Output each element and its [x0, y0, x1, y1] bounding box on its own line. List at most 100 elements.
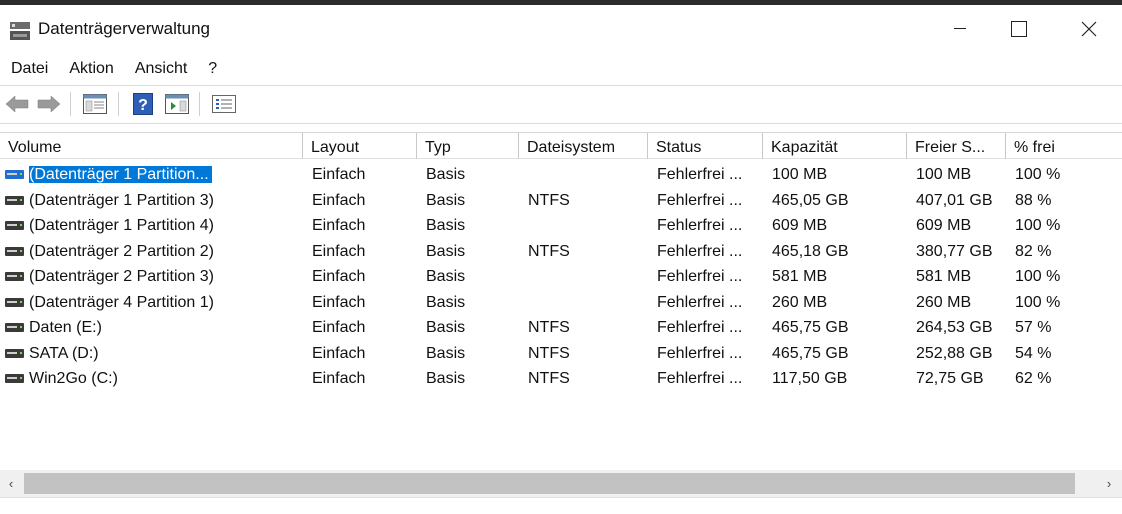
- prozent-frei-cell: 54 %: [1015, 344, 1052, 362]
- kapazitaet-cell: 117,50 GB: [772, 370, 848, 387]
- menu-separator: [0, 85, 1122, 86]
- status-cell: Fehlerfrei ...: [657, 344, 743, 362]
- table-row[interactable]: (Datenträger 1 Partition 4) Einfach Basis F…: [0, 213, 1122, 239]
- status-cell: Fehlerfrei ...: [657, 293, 743, 311]
- disk-management-icon: [9, 21, 31, 41]
- freier-speicher-cell: 380,77 GB: [916, 242, 993, 260]
- checklist-button[interactable]: [211, 92, 237, 116]
- freier-speicher-cell: 260 MB: [916, 293, 972, 311]
- table-row[interactable]: (Datenträger 1 Partition 3) Einfach Basis N…: [0, 188, 1122, 214]
- chevron-right-icon: ›: [1106, 476, 1112, 491]
- layout-cell: Einfach: [312, 166, 366, 183]
- toolbar-separator: [118, 92, 119, 116]
- window-title: Datenträgerverwaltung: [38, 19, 210, 38]
- toolbar-separator-line: [0, 123, 1122, 124]
- column-header-dateisystem[interactable]: Dateisystem: [519, 133, 648, 159]
- column-header-typ[interactable]: Typ: [417, 133, 519, 159]
- table-row[interactable]: (Datenträger 2 Partition 3) Einfach Basis F…: [0, 264, 1122, 290]
- freier-speicher-cell: 264,53 GB: [916, 319, 993, 336]
- typ-cell: Basis: [426, 344, 466, 362]
- volume-cell: (Datenträger 4 Partition 1): [29, 293, 214, 311]
- kapazitaet-cell: 465,18 GB: [772, 242, 849, 260]
- back-button[interactable]: [4, 92, 30, 116]
- prozent-frei-cell: 100 %: [1015, 217, 1061, 234]
- typ-cell: Basis: [426, 268, 466, 285]
- maximize-icon: [1011, 21, 1027, 37]
- freier-speicher-cell: 581 MB: [916, 268, 972, 285]
- column-header-prozent-frei[interactable]: % frei: [1006, 133, 1122, 159]
- prozent-frei-cell: 88 %: [1015, 191, 1052, 209]
- prozent-frei-cell: 82 %: [1015, 242, 1052, 260]
- close-icon: [1081, 21, 1097, 37]
- scroll-thumb[interactable]: [24, 473, 1075, 494]
- kapazitaet-cell: 100 MB: [772, 166, 828, 183]
- freier-speicher-cell: 100 MB: [916, 166, 972, 183]
- layout-cell: Einfach: [312, 293, 366, 311]
- toolbar-separator: [70, 92, 71, 116]
- table-row[interactable]: Win2Go (C:) Einfach Basis NTFS Fehlerfrei ..…: [0, 366, 1122, 392]
- layout-cell: Einfach: [312, 319, 366, 336]
- column-header-volume[interactable]: Volume: [0, 133, 303, 159]
- volume-icon: [5, 374, 24, 383]
- column-header: Volume Layout Typ Dateisystem Status Kap…: [0, 132, 1122, 159]
- volume-icon: [5, 246, 24, 256]
- menu-help[interactable]: ?: [203, 60, 222, 78]
- table-row[interactable]: (Datenträger 2 Partition 2) Einfach Basis N…: [0, 239, 1122, 265]
- kapazitaet-cell: 465,75 GB: [772, 344, 849, 362]
- table-row[interactable]: (Datenträger 1 Partition... Einfach Basis F…: [0, 162, 1122, 188]
- column-header-status[interactable]: Status: [648, 133, 763, 159]
- prozent-frei-cell: 100 %: [1015, 268, 1061, 285]
- status-cell: Fehlerfrei ...: [657, 166, 743, 183]
- status-cell: Fehlerfrei ...: [657, 319, 743, 336]
- volume-cell: (Datenträger 1 Partition...: [29, 162, 212, 187]
- menu-aktion[interactable]: Aktion: [64, 60, 118, 78]
- status-cell: Fehlerfrei ...: [657, 370, 743, 387]
- layout-cell: Einfach: [312, 268, 366, 285]
- prozent-frei-cell: 100 %: [1015, 166, 1061, 183]
- status-cell: Fehlerfrei ...: [657, 268, 743, 285]
- column-header-freier-speicher[interactable]: Freier S...: [907, 133, 1006, 159]
- forward-button[interactable]: [36, 92, 62, 116]
- dateisystem-cell: NTFS: [528, 370, 570, 387]
- prozent-frei-cell: 57 %: [1015, 319, 1052, 336]
- column-header-layout[interactable]: Layout: [303, 133, 417, 159]
- column-header-kapazitaet[interactable]: Kapazität: [763, 133, 907, 159]
- dateisystem-cell: NTFS: [528, 319, 570, 336]
- console-tree-button[interactable]: [82, 92, 108, 116]
- volume-icon: [5, 297, 24, 307]
- scroll-right-button[interactable]: ›: [1098, 470, 1120, 497]
- dateisystem-cell: NTFS: [528, 191, 570, 209]
- prozent-frei-cell: 100 %: [1015, 293, 1061, 311]
- help-button[interactable]: ?: [130, 92, 156, 116]
- freier-speicher-cell: 609 MB: [916, 217, 972, 234]
- toolbar-separator: [199, 92, 200, 116]
- horizontal-scrollbar[interactable]: ‹ ›: [0, 470, 1122, 497]
- volume-icon: [5, 272, 24, 281]
- table-row[interactable]: Daten (E:) Einfach Basis NTFS Fehlerfrei ...…: [0, 315, 1122, 341]
- properties-button[interactable]: [164, 92, 190, 116]
- selected-volume-label: (Datenträger 1 Partition...: [29, 166, 212, 183]
- typ-cell: Basis: [426, 166, 466, 183]
- close-button[interactable]: [1054, 10, 1122, 48]
- status-cell: Fehlerfrei ...: [657, 191, 743, 209]
- title-bar: Datenträgerverwaltung: [0, 5, 1122, 52]
- dateisystem-cell: NTFS: [528, 344, 570, 362]
- menu-datei[interactable]: Datei: [6, 60, 53, 78]
- volume-cell: (Datenträger 2 Partition 3): [29, 268, 214, 285]
- back-icon: [5, 95, 29, 113]
- volume-icon: [5, 170, 24, 179]
- typ-cell: Basis: [426, 370, 466, 387]
- layout-cell: Einfach: [312, 242, 366, 260]
- properties-icon: [165, 94, 189, 114]
- menu-ansicht[interactable]: Ansicht: [130, 60, 192, 78]
- table-row[interactable]: SATA (D:) Einfach Basis NTFS Fehlerfrei ... 4…: [0, 341, 1122, 367]
- layout-cell: Einfach: [312, 191, 366, 209]
- maximize-button[interactable]: [984, 10, 1054, 48]
- kapazitaet-cell: 260 MB: [772, 293, 828, 311]
- layout-cell: Einfach: [312, 344, 366, 362]
- volume-icon: [5, 348, 24, 358]
- freier-speicher-cell: 252,88 GB: [916, 344, 993, 362]
- table-row[interactable]: (Datenträger 4 Partition 1) Einfach Basis F…: [0, 290, 1122, 316]
- scroll-left-button[interactable]: ‹: [0, 470, 22, 497]
- help-icon: ?: [133, 93, 153, 115]
